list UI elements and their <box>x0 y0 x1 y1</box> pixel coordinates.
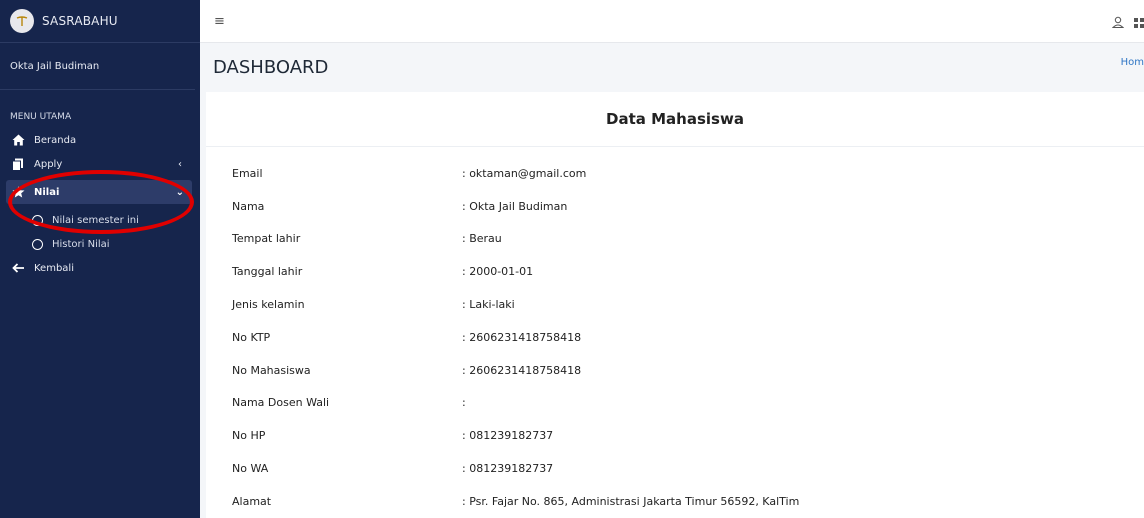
field-label: No KTP <box>232 330 271 344</box>
sidebar-item-label: Beranda <box>34 134 77 146</box>
page-title: DASHBOARD <box>213 57 329 78</box>
copy-icon <box>12 158 28 171</box>
table-row: Jenis kelamin : Laki-laki <box>232 288 799 321</box>
field-label: Nama <box>232 199 265 213</box>
sidebar-item-nilai[interactable]: Nilai ⌄ <box>6 180 192 204</box>
top-icons <box>1111 13 1144 32</box>
table-row: Alamat : Psr. Fajar No. 865, Administrasi… <box>232 485 799 518</box>
field-value: : 2606231418758418 <box>462 363 582 377</box>
chevron-down-icon: ⌄ <box>175 186 184 198</box>
student-data-table: Email : oktaman@gmail.com Nama : Okta Jail … <box>232 157 799 518</box>
field-value: : <box>462 396 466 410</box>
apps-grid-icon[interactable] <box>1134 13 1144 32</box>
content-header: DASHBOARD Hom <box>200 43 1144 91</box>
sidebar-item-label: Kembali <box>34 262 74 274</box>
user-icon[interactable] <box>1111 13 1125 32</box>
arrow-left-icon <box>12 263 28 273</box>
brand-name: SASRABAHU <box>42 14 118 28</box>
table-row: Email : oktaman@gmail.com <box>232 157 799 190</box>
breadcrumb-home-link[interactable]: Hom <box>1121 57 1144 68</box>
sidebar-item-kembali[interactable]: Kembali <box>0 256 190 280</box>
table-row: Tempat lahir : Berau <box>232 223 799 256</box>
field-value: : Psr. Fajar No. 865, Administrasi Jakar… <box>462 494 800 508</box>
circle-icon <box>32 238 43 250</box>
table-row: No HP : 081239182737 <box>232 419 799 452</box>
field-label: Tanggal lahir <box>232 265 303 279</box>
home-icon <box>12 134 28 146</box>
sidebar: SASRABAHU Okta Jail Budiman MENU UTAMA B… <box>0 0 200 518</box>
user-name[interactable]: Okta Jail Budiman <box>0 43 195 90</box>
table-row: Nama : Okta Jail Budiman <box>232 190 799 223</box>
field-value: : 2606231418758418 <box>462 330 582 344</box>
field-value: : 081239182737 <box>462 462 554 476</box>
table-row: Tanggal lahir : 2000-01-01 <box>232 255 799 288</box>
sidebar-item-label: Apply <box>34 158 63 170</box>
chevron-left-icon: ‹ <box>178 158 182 170</box>
sidebar-subitem-nilai-semester-ini[interactable]: Nilai semester ini <box>0 208 200 232</box>
field-label: No Mahasiswa <box>232 363 311 377</box>
sidebar-item-apply[interactable]: Apply ‹ <box>0 152 190 176</box>
field-value: : Berau <box>462 232 502 246</box>
field-value: : oktaman@gmail.com <box>462 166 587 180</box>
card-title: Data Mahasiswa <box>206 92 1144 147</box>
student-data-card: Data Mahasiswa Email : oktaman@gmail.com N… <box>206 92 1144 518</box>
table-row: Nama Dosen Wali: <box>232 387 799 420</box>
sidebar-subitem-label: Nilai semester ini <box>52 214 139 226</box>
hamburger-menu-icon[interactable]: ≡ <box>214 14 225 29</box>
sidebar-subitem-histori-nilai[interactable]: Histori Nilai <box>0 232 200 256</box>
field-value: : Laki-laki <box>462 298 515 312</box>
sidebar-item-beranda[interactable]: Beranda <box>0 128 190 152</box>
field-label: Nama Dosen Wali <box>232 396 330 410</box>
field-label: Jenis kelamin <box>232 298 305 312</box>
circle-icon <box>32 214 43 226</box>
field-value: : 081239182737 <box>462 429 554 443</box>
sidebar-subitem-label: Histori Nilai <box>52 238 110 250</box>
top-navbar: ≡ <box>200 0 1144 43</box>
star-icon <box>12 186 28 198</box>
table-row: No Mahasiswa : 2606231418758418 <box>232 354 799 387</box>
sidebar-menu: Beranda Apply ‹ Nilai ⌄ Nilai semester i… <box>0 128 200 280</box>
field-value: : 2000-01-01 <box>462 265 534 279</box>
field-label: Tempat lahir <box>232 232 301 246</box>
field-label: No HP <box>232 429 266 443</box>
field-value: : Okta Jail Budiman <box>462 199 568 213</box>
table-row: No WA : 081239182737 <box>232 452 799 485</box>
brand-logo-icon <box>10 9 34 33</box>
table-row: No KTP : 2606231418758418 <box>232 321 799 354</box>
field-label: No WA <box>232 462 269 476</box>
sidebar-item-label: Nilai <box>34 186 60 198</box>
field-label: Email <box>232 166 263 180</box>
menu-header: MENU UTAMA <box>10 112 72 122</box>
brand-link[interactable]: SASRABAHU <box>0 0 200 43</box>
field-label: Alamat <box>232 494 272 508</box>
